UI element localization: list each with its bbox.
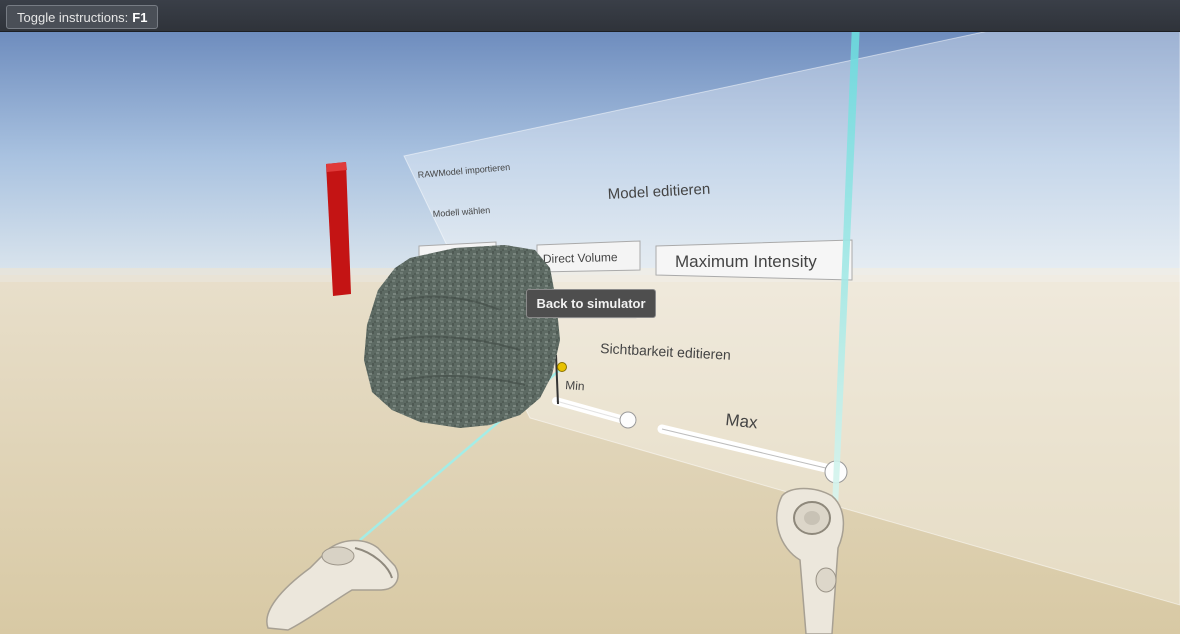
direct-volume-button[interactable]: Direct Volume <box>536 240 641 273</box>
min-slider-handle[interactable] <box>619 411 637 429</box>
max-intensity-label: Maximum Intensity <box>675 252 817 271</box>
max-intensity-button[interactable]: Maximum Intensity <box>655 239 853 281</box>
volume-model[interactable] <box>364 245 560 428</box>
direct-volume-label: Direct Volume <box>543 250 618 266</box>
max-label: Max <box>725 410 759 432</box>
toggle-instructions-key: F1 <box>132 10 148 25</box>
min-label: Min <box>565 378 585 393</box>
back-to-simulator-button[interactable]: Back to simulator <box>526 289 656 318</box>
toggle-instructions-label: Toggle instructions: <box>17 10 129 25</box>
pointer-dot <box>557 362 567 372</box>
top-toolbar: Toggle instructions: F1 <box>0 0 1180 32</box>
toggle-instructions-button[interactable]: Toggle instructions: F1 <box>6 5 159 29</box>
